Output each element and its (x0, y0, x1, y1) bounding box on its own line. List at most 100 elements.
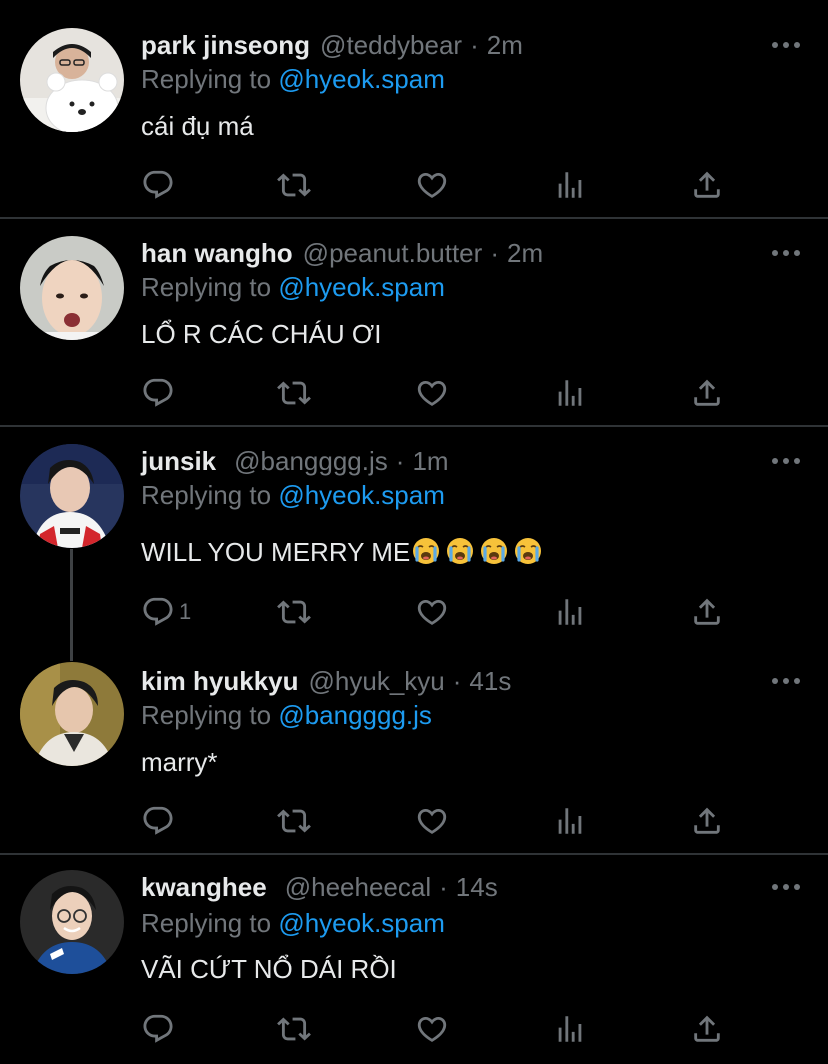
dot-separator: · (439, 872, 448, 902)
like-button[interactable] (415, 165, 449, 205)
display-name[interactable]: kwanghee (141, 872, 267, 903)
mention-link[interactable]: @hyeok.spam (278, 64, 445, 94)
retweet-icon (277, 1012, 311, 1046)
replying-to: Replying to @bangggg.js (141, 700, 432, 731)
like-icon (415, 376, 449, 410)
share-icon (690, 1012, 724, 1046)
loudly-crying-face-emoji (412, 537, 440, 565)
reply-button[interactable] (141, 373, 179, 413)
timestamp[interactable]: 2m (507, 238, 543, 269)
retweet-button[interactable] (277, 165, 311, 205)
more-icon[interactable] (772, 881, 800, 893)
action-bar (141, 1009, 741, 1049)
share-icon (690, 168, 724, 202)
dot-separator: · (452, 666, 462, 696)
more-icon[interactable] (772, 675, 800, 687)
views-button[interactable] (553, 592, 587, 632)
user-handle[interactable]: @hyuk_kyu (309, 666, 445, 697)
retweet-icon (277, 804, 311, 838)
replying-to: Replying to @hyeok.spam (141, 908, 445, 939)
display-name[interactable]: han wangho (141, 238, 293, 269)
display-name[interactable]: junsik (141, 446, 216, 477)
like-button[interactable] (415, 373, 449, 413)
timestamp[interactable]: 1m (412, 446, 448, 477)
tweet-text: WILL YOU MERRY ME (141, 537, 411, 567)
share-button[interactable] (690, 373, 724, 413)
action-bar (141, 165, 741, 205)
retweet-icon (277, 168, 311, 202)
retweet-button[interactable] (277, 801, 311, 841)
like-icon (415, 804, 449, 838)
tweet-header: park jinseong @teddybear · 2m (141, 30, 523, 64)
views-button[interactable] (553, 165, 587, 205)
replying-prefix: Replying to (141, 64, 272, 94)
mention-link[interactable]: @hyeok.spam (278, 480, 445, 510)
user-handle[interactable]: @peanut.butter (303, 238, 483, 269)
retweet-icon (277, 376, 311, 410)
replying-to: Replying to @hyeok.spam (141, 480, 445, 511)
reply-button[interactable]: 1 (141, 592, 191, 632)
tweet[interactable]: kwanghee @heeheecal · 14s Replying to @h… (0, 855, 828, 1064)
reply-button[interactable] (141, 165, 179, 205)
like-button[interactable] (415, 1009, 449, 1049)
user-handle[interactable]: @bangggg.js (234, 446, 388, 477)
retweet-button[interactable] (277, 373, 311, 413)
views-icon (553, 168, 587, 202)
share-button[interactable] (690, 592, 724, 632)
dot-separator: · (470, 30, 479, 60)
views-button[interactable] (553, 801, 587, 841)
display-name[interactable]: park jinseong (141, 30, 310, 61)
tweet[interactable]: kim hyukkyu @hyuk_kyu · 41s Replying to … (0, 649, 828, 853)
replying-prefix: Replying to (141, 908, 272, 938)
share-button[interactable] (690, 801, 724, 841)
tweet-text: LỔ R CÁC CHÁU ƠI (141, 319, 382, 349)
user-handle[interactable]: @teddybear (320, 30, 462, 61)
tweet[interactable]: park jinseong @teddybear · 2m Replying t… (0, 0, 828, 218)
views-icon (553, 376, 587, 410)
mention-link[interactable]: @hyeok.spam (278, 272, 445, 302)
like-icon (415, 1012, 449, 1046)
display-name[interactable]: kim hyukkyu (141, 666, 299, 697)
reply-icon (141, 595, 175, 629)
more-icon[interactable] (772, 455, 800, 467)
action-bar: 1 (141, 592, 741, 632)
share-icon (690, 804, 724, 838)
like-button[interactable] (415, 592, 449, 632)
avatar[interactable] (20, 28, 124, 132)
reply-icon (141, 1012, 175, 1046)
mention-link[interactable]: @hyeok.spam (278, 908, 445, 938)
retweet-button[interactable] (277, 1009, 311, 1049)
retweet-button[interactable] (277, 592, 311, 632)
user-handle[interactable]: @heeheecal (285, 872, 431, 903)
reply-button[interactable] (141, 1009, 179, 1049)
timestamp[interactable]: 41s (469, 666, 511, 697)
reply-button[interactable] (141, 801, 179, 841)
timestamp[interactable]: 14s (456, 872, 498, 903)
mention-link[interactable]: @bangggg.js (278, 700, 432, 730)
reply-icon (141, 376, 175, 410)
tweet-header: kwanghee @heeheecal · 14s (141, 872, 498, 906)
avatar[interactable] (20, 236, 124, 340)
views-button[interactable] (553, 373, 587, 413)
action-bar (141, 801, 741, 841)
views-button[interactable] (553, 1009, 587, 1049)
like-icon (415, 168, 449, 202)
more-icon[interactable] (772, 247, 800, 259)
replying-prefix: Replying to (141, 700, 272, 730)
avatar[interactable] (20, 444, 124, 548)
tweet[interactable]: han wangho @peanut.butter · 2m Replying … (0, 219, 828, 425)
like-button[interactable] (415, 801, 449, 841)
more-icon[interactable] (772, 39, 800, 51)
share-icon (690, 376, 724, 410)
share-button[interactable] (690, 165, 724, 205)
loudly-crying-face-emoji (480, 537, 508, 565)
views-icon (553, 1012, 587, 1046)
share-button[interactable] (690, 1009, 724, 1049)
timestamp[interactable]: 2m (487, 30, 523, 61)
share-icon (690, 595, 724, 629)
replying-prefix: Replying to (141, 480, 272, 510)
avatar[interactable] (20, 662, 124, 766)
avatar[interactable] (20, 870, 124, 974)
dot-separator: · (395, 446, 405, 476)
tweet[interactable]: junsik @bangggg.js · 1m Replying to @hye… (0, 427, 828, 649)
